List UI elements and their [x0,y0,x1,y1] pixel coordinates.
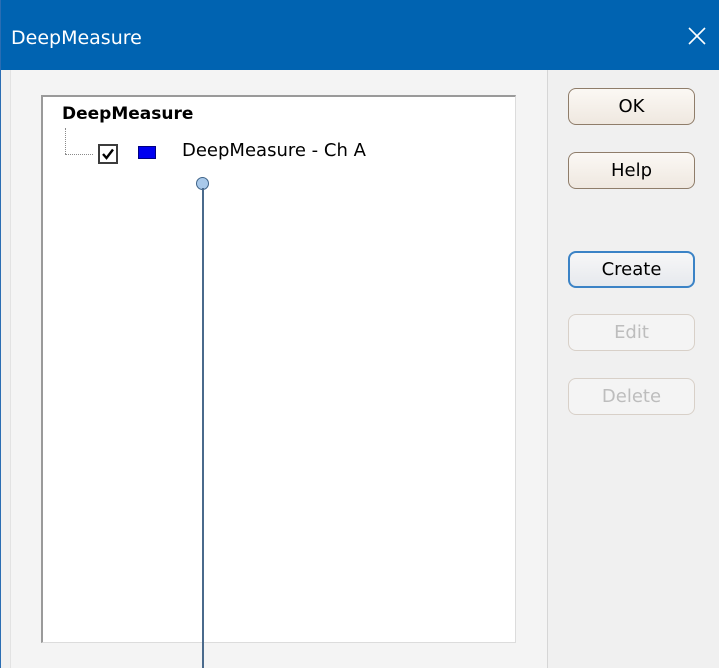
tree-connector-vertical [65,128,66,154]
deepmeasure-dialog: DeepMeasure DeepMeasure DeepMeasure - Ch… [0,0,719,668]
create-button[interactable]: Create [568,251,695,288]
ok-button[interactable]: OK [568,88,695,125]
delete-button[interactable]: Delete [568,378,695,415]
series-color-swatch [138,146,156,159]
checkmark-icon [102,148,114,160]
edit-button[interactable]: Edit [568,314,695,351]
tree-connector-horizontal [65,154,93,155]
help-button[interactable]: Help [568,152,695,189]
measurement-cursor-line[interactable] [202,188,204,668]
tree-root-label[interactable]: DeepMeasure [62,104,193,124]
window-title: DeepMeasure [11,27,142,49]
measurement-tree[interactable] [41,95,516,643]
measurement-checkbox[interactable] [98,144,118,164]
tree-item-ch-a[interactable]: DeepMeasure - Ch A [182,140,366,161]
close-icon [688,27,706,45]
close-button[interactable] [674,0,719,70]
title-bar[interactable]: DeepMeasure [1,0,719,70]
